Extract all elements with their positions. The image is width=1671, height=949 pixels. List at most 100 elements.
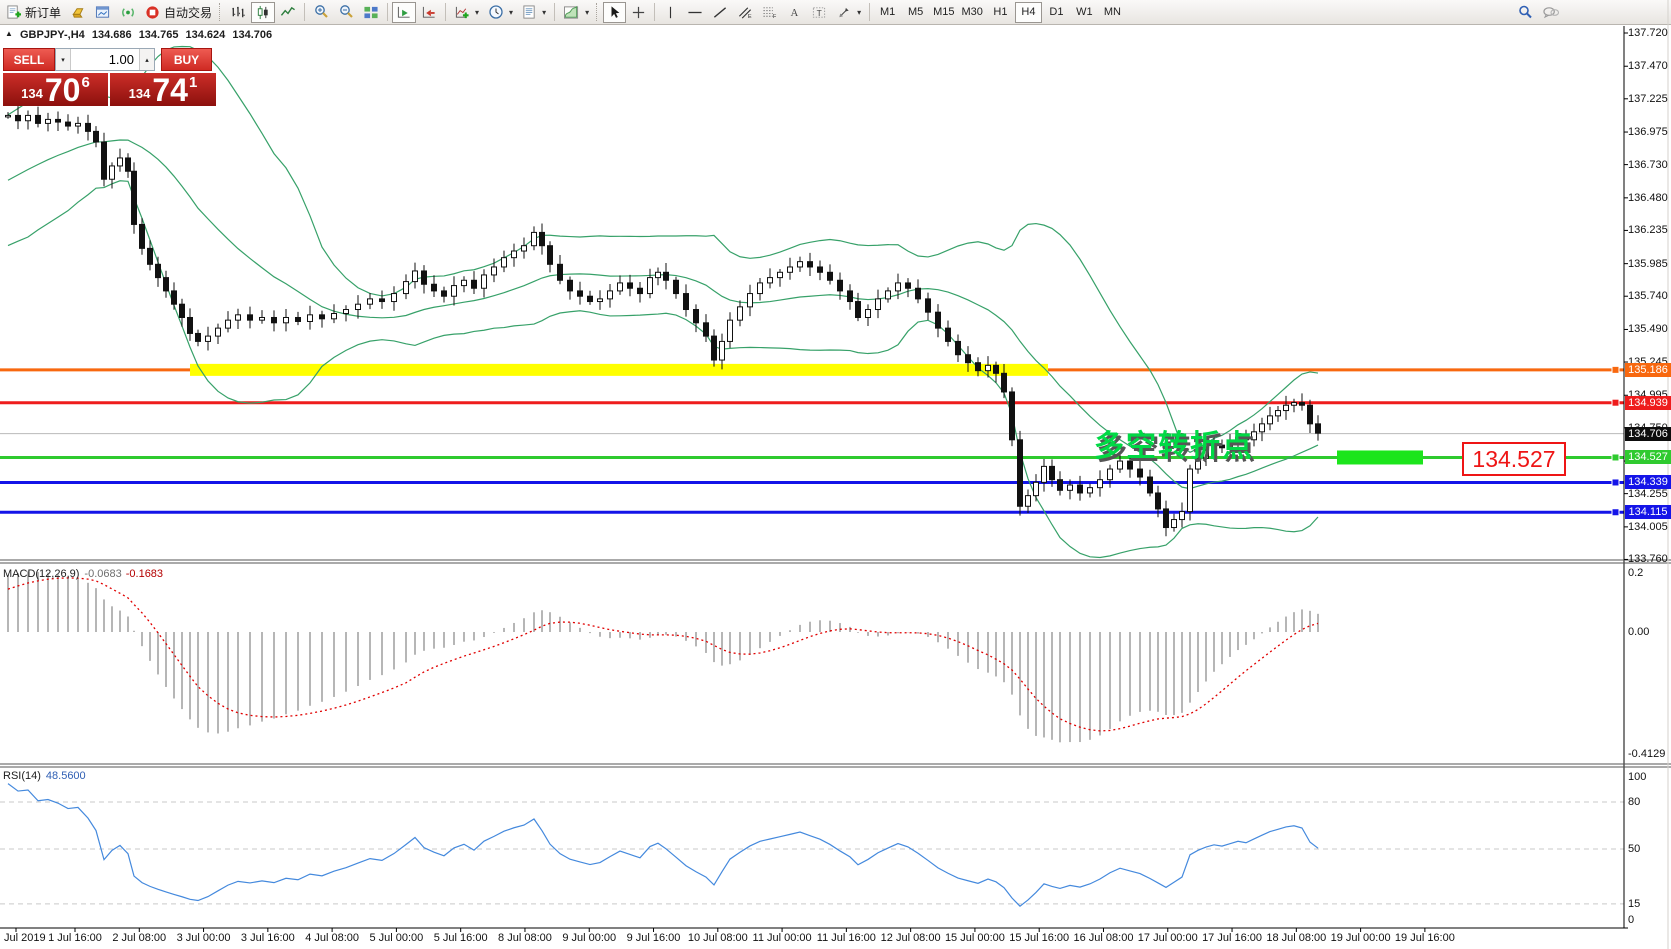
time-axis-label: 2 Jul 08:00 xyxy=(112,932,167,944)
rsi-label: RSI(14) 48.5600 xyxy=(3,770,86,782)
candle xyxy=(737,306,743,321)
candle xyxy=(1049,465,1055,481)
candle xyxy=(163,277,169,292)
candle xyxy=(597,298,603,303)
price-axis-label: 137.470 xyxy=(1628,60,1668,73)
candle xyxy=(331,313,337,320)
candle xyxy=(837,279,843,292)
candle xyxy=(225,319,231,329)
volume-decrease-button[interactable]: ▾ xyxy=(56,49,71,70)
candle xyxy=(587,295,593,303)
candle xyxy=(1259,423,1265,433)
price-axis-label: 134.005 xyxy=(1628,520,1668,533)
sell-price-figure: 134 xyxy=(21,86,43,101)
candle xyxy=(1307,404,1313,425)
candle xyxy=(205,335,211,342)
price-tag-134.115: 134.115 xyxy=(1625,505,1671,520)
candle xyxy=(179,303,185,318)
candle xyxy=(215,327,221,337)
candle xyxy=(757,282,763,295)
candle xyxy=(1179,511,1185,521)
candle xyxy=(15,114,21,122)
buy-price-point: 1 xyxy=(188,74,198,91)
candle xyxy=(45,118,51,124)
green-zone-bar xyxy=(1337,450,1423,465)
candle xyxy=(93,130,99,143)
candle xyxy=(1275,410,1281,417)
candle xyxy=(355,303,361,311)
time-axis-label: 4 Jul 08:00 xyxy=(305,932,360,944)
price-axis-label: 133.760 xyxy=(1628,553,1668,566)
candle xyxy=(703,322,709,337)
price-chart[interactable] xyxy=(0,0,1671,949)
candle xyxy=(247,314,253,321)
macd-axis-label: -0.4129 xyxy=(1628,747,1666,760)
price-callout-box[interactable]: 134.527 xyxy=(1462,442,1566,476)
buy-price-panel[interactable]: 134 74 1 xyxy=(110,73,216,106)
price-tag-134.339: 134.339 xyxy=(1625,475,1671,490)
candle xyxy=(412,270,418,283)
volume-input[interactable]: 1.00 xyxy=(71,49,139,70)
candle xyxy=(125,157,131,172)
level-marker xyxy=(1611,508,1620,517)
candle xyxy=(511,250,517,259)
rsi-axis-label: 0 xyxy=(1628,914,1635,926)
price-axis-label: 135.985 xyxy=(1628,257,1668,270)
volume-increase-button[interactable]: ▴ xyxy=(139,49,154,70)
price-tag-134.706: 134.706 xyxy=(1625,426,1671,441)
candle xyxy=(471,279,477,289)
chart-title: ▲ GBPJPY-,H4 134.686 134.765 134.624 134… xyxy=(5,29,276,41)
candle xyxy=(1187,468,1193,513)
candle xyxy=(1299,402,1305,406)
candle xyxy=(235,314,241,321)
time-axis-label: 16 Jul 08:00 xyxy=(1073,932,1134,944)
chart-symbol-period: GBPJPY-,H4 xyxy=(19,29,85,41)
candle xyxy=(1067,484,1073,491)
candle xyxy=(617,282,623,292)
price-tag-134.939: 134.939 xyxy=(1625,395,1671,410)
rsi-line xyxy=(7,783,1319,908)
rsi-axis-label: 100 xyxy=(1628,771,1647,783)
candle xyxy=(491,266,497,276)
candle xyxy=(1025,495,1031,507)
sell-button[interactable]: SELL xyxy=(3,48,55,71)
buy-button[interactable]: BUY xyxy=(161,48,212,71)
macd-name: MACD(12,26,9) xyxy=(3,568,80,580)
rsi-value: 48.5600 xyxy=(45,770,86,782)
sell-price-panel[interactable]: 134 70 6 xyxy=(3,73,108,106)
macd-signal-line xyxy=(7,577,1319,732)
price-axis-label: 136.235 xyxy=(1628,224,1668,237)
candle xyxy=(481,274,487,289)
collapse-triangle-icon[interactable]: ▲ xyxy=(5,29,13,38)
candle xyxy=(985,364,991,372)
candle xyxy=(1097,479,1103,489)
candle xyxy=(109,165,115,180)
time-axis-label: Jul 2019 xyxy=(4,932,46,944)
candle xyxy=(319,314,325,320)
price-tag-134.527: 134.527 xyxy=(1625,450,1671,465)
candle xyxy=(131,170,137,225)
time-axis-label: 18 Jul 08:00 xyxy=(1266,932,1327,944)
bollinger-band-u xyxy=(7,45,1319,454)
price-axis-label: 135.490 xyxy=(1628,323,1668,336)
rsi-name: RSI(14) xyxy=(3,770,41,782)
candle xyxy=(935,311,941,329)
candle xyxy=(693,309,699,324)
candle xyxy=(895,282,901,292)
candle xyxy=(1315,423,1321,434)
candle xyxy=(521,245,527,252)
candle xyxy=(727,319,733,342)
rsi-axis-label: 50 xyxy=(1628,843,1641,855)
candle xyxy=(567,279,573,292)
candle xyxy=(993,364,999,374)
time-axis-label: 5 Jul 16:00 xyxy=(433,932,488,944)
candle xyxy=(787,266,793,273)
candle xyxy=(75,122,81,127)
time-axis-label: 11 Jul 16:00 xyxy=(816,932,876,944)
candle xyxy=(155,263,161,279)
candle xyxy=(557,263,563,281)
candle xyxy=(187,316,193,334)
candle xyxy=(1147,476,1153,494)
macd-axis-label: 0.2 xyxy=(1628,567,1644,579)
price-axis-label: 136.480 xyxy=(1628,191,1668,204)
